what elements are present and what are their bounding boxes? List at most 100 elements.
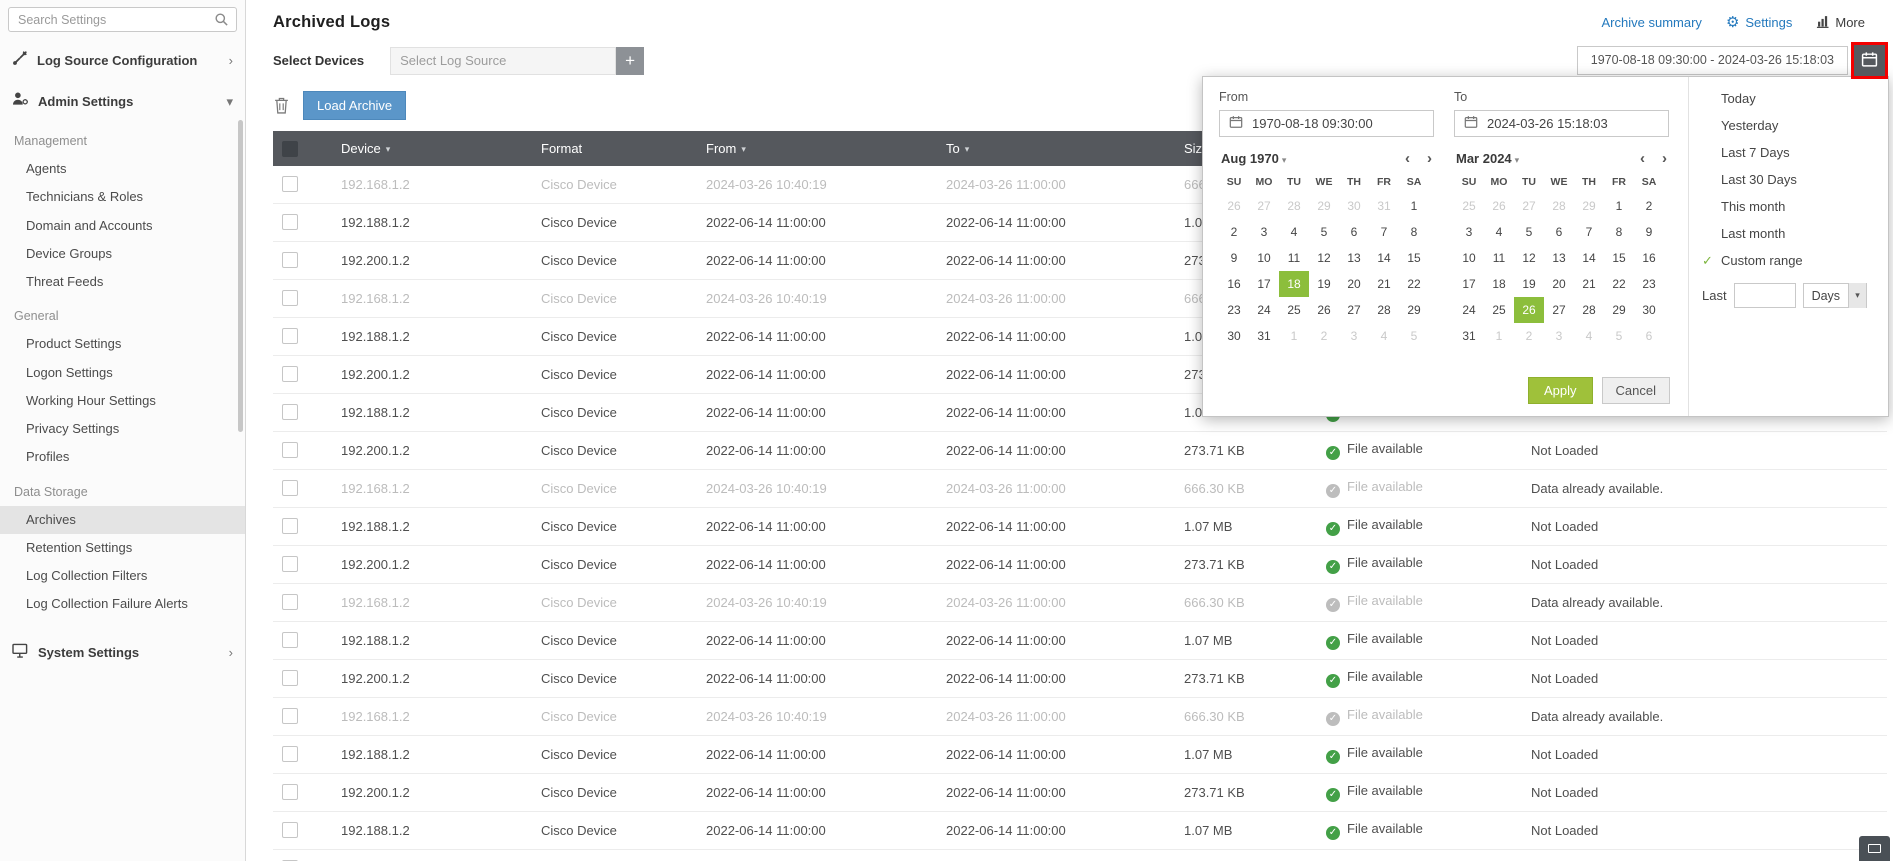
calendar-day-selected[interactable]: 26	[1514, 297, 1544, 323]
calendar-day[interactable]: 21	[1369, 271, 1399, 297]
calendar-day[interactable]: 31	[1369, 193, 1399, 219]
next-month-button[interactable]: ›	[1427, 151, 1432, 166]
calendar-day[interactable]: 1	[1279, 323, 1309, 349]
calendar-day[interactable]: 22	[1399, 271, 1429, 297]
archive-summary-link[interactable]: Archive summary	[1602, 15, 1702, 30]
calendar-day[interactable]: 20	[1339, 271, 1369, 297]
calendar-day[interactable]: 17	[1249, 271, 1279, 297]
calendar-day[interactable]: 31	[1454, 323, 1484, 349]
calendar-day[interactable]: 26	[1484, 193, 1514, 219]
preset-yesterday[interactable]: Yesterday	[1689, 112, 1888, 139]
row-checkbox[interactable]	[282, 822, 298, 839]
calendar-day[interactable]: 28	[1369, 297, 1399, 323]
calendar-day[interactable]: 28	[1544, 193, 1574, 219]
sidebar-item-admin-settings[interactable]: Admin Settings ▾	[0, 81, 245, 121]
calendar-day[interactable]: 11	[1279, 245, 1309, 271]
calendar-day[interactable]: 10	[1249, 245, 1279, 271]
sidebar-item-privacy-settings[interactable]: Privacy Settings	[0, 415, 245, 443]
preset-custom-range[interactable]: ✓ Custom range	[1689, 247, 1888, 274]
calendar-day[interactable]: 4	[1369, 323, 1399, 349]
calendar-day[interactable]: 17	[1454, 271, 1484, 297]
settings-button[interactable]: ⚙ Settings	[1726, 15, 1792, 30]
calendar-day[interactable]: 11	[1484, 245, 1514, 271]
calendar-day[interactable]: 14	[1574, 245, 1604, 271]
calendar-day[interactable]: 23	[1634, 271, 1664, 297]
sidebar-item-agents[interactable]: Agents	[0, 155, 245, 183]
calendar-day[interactable]: 5	[1309, 219, 1339, 245]
sidebar-item-system-settings[interactable]: System Settings ›	[0, 633, 245, 673]
calendar-day[interactable]: 8	[1399, 219, 1429, 245]
preset-last-30-days[interactable]: Last 30 Days	[1689, 166, 1888, 193]
calendar-day[interactable]: 12	[1309, 245, 1339, 271]
row-checkbox[interactable]	[282, 252, 298, 269]
calendar-day[interactable]: 7	[1574, 219, 1604, 245]
row-checkbox[interactable]	[282, 176, 298, 193]
calendar-day[interactable]: 3	[1339, 323, 1369, 349]
calendar-day[interactable]: 9	[1634, 219, 1664, 245]
sidebar-item-product-settings[interactable]: Product Settings	[0, 330, 245, 358]
calendar-day[interactable]: 9	[1219, 245, 1249, 271]
sidebar-item-working-hour-settings[interactable]: Working Hour Settings	[0, 387, 245, 415]
support-widget[interactable]	[1859, 836, 1890, 861]
calendar-day[interactable]: 27	[1514, 193, 1544, 219]
next-month-button[interactable]: ›	[1662, 151, 1667, 166]
sidebar-item-technicians-roles[interactable]: Technicians & Roles	[0, 183, 245, 211]
calendar-day[interactable]: 2	[1309, 323, 1339, 349]
prev-month-button[interactable]: ‹	[1405, 151, 1410, 166]
calendar-day[interactable]: 6	[1339, 219, 1369, 245]
calendar-day[interactable]: 25	[1454, 193, 1484, 219]
calendar-day[interactable]: 4	[1484, 219, 1514, 245]
row-checkbox[interactable]	[282, 328, 298, 345]
sidebar-item-log-collection-failure-alerts[interactable]: Log Collection Failure Alerts	[0, 590, 245, 618]
calendar-day[interactable]: 29	[1574, 193, 1604, 219]
calendar-day[interactable]: 25	[1279, 297, 1309, 323]
calendar-day[interactable]: 2	[1514, 323, 1544, 349]
calendar-day[interactable]: 16	[1219, 271, 1249, 297]
sidebar-item-profiles[interactable]: Profiles	[0, 443, 245, 471]
row-checkbox[interactable]	[282, 442, 298, 459]
calendar-day[interactable]: 31	[1249, 323, 1279, 349]
calendar-day[interactable]: 5	[1399, 323, 1429, 349]
calendar-day[interactable]: 20	[1544, 271, 1574, 297]
calendar-day[interactable]: 28	[1574, 297, 1604, 323]
calendar-day[interactable]: 30	[1219, 323, 1249, 349]
sidebar-item-log-collection-filters[interactable]: Log Collection Filters	[0, 562, 245, 590]
calendar-day[interactable]: 12	[1514, 245, 1544, 271]
calendar-day[interactable]: 24	[1454, 297, 1484, 323]
row-checkbox[interactable]	[282, 632, 298, 649]
calendar-day[interactable]: 7	[1369, 219, 1399, 245]
calendar-day[interactable]: 4	[1574, 323, 1604, 349]
apply-button[interactable]: Apply	[1528, 377, 1593, 404]
calendar-day[interactable]: 1	[1399, 193, 1429, 219]
calendar-day[interactable]: 6	[1634, 323, 1664, 349]
calendar-day[interactable]: 2	[1634, 193, 1664, 219]
calendar-day[interactable]: 29	[1604, 297, 1634, 323]
sidebar-item-logon-settings[interactable]: Logon Settings	[0, 359, 245, 387]
row-checkbox[interactable]	[282, 480, 298, 497]
preset-today[interactable]: Today	[1689, 85, 1888, 112]
row-checkbox[interactable]	[282, 366, 298, 383]
calendar-day[interactable]: 1	[1604, 193, 1634, 219]
row-checkbox[interactable]	[282, 708, 298, 725]
unit-select[interactable]: Days ▾	[1802, 283, 1868, 308]
load-archive-button[interactable]: Load Archive	[303, 91, 407, 120]
calendar-day[interactable]: 29	[1309, 193, 1339, 219]
calendar-day[interactable]: 23	[1219, 297, 1249, 323]
row-checkbox[interactable]	[282, 518, 298, 535]
calendar-day[interactable]: 30	[1634, 297, 1664, 323]
calendar-day[interactable]: 25	[1484, 297, 1514, 323]
calendar-day[interactable]: 29	[1399, 297, 1429, 323]
add-log-source-button[interactable]: +	[616, 46, 645, 75]
calendar-day[interactable]: 3	[1454, 219, 1484, 245]
row-checkbox[interactable]	[282, 784, 298, 801]
calendar-day[interactable]: 8	[1604, 219, 1634, 245]
log-source-input[interactable]	[390, 46, 617, 75]
row-checkbox[interactable]	[282, 594, 298, 611]
calendar-day[interactable]: 5	[1604, 323, 1634, 349]
row-checkbox[interactable]	[282, 404, 298, 421]
calendar-day[interactable]: 28	[1279, 193, 1309, 219]
calendar-day[interactable]: 26	[1309, 297, 1339, 323]
date-range-display[interactable]: 1970-08-18 09:30:00 - 2024-03-26 15:18:0…	[1576, 46, 1848, 75]
sidebar-item-device-groups[interactable]: Device Groups	[0, 240, 245, 268]
sidebar-item-domain-and-accounts[interactable]: Domain and Accounts	[0, 212, 245, 240]
